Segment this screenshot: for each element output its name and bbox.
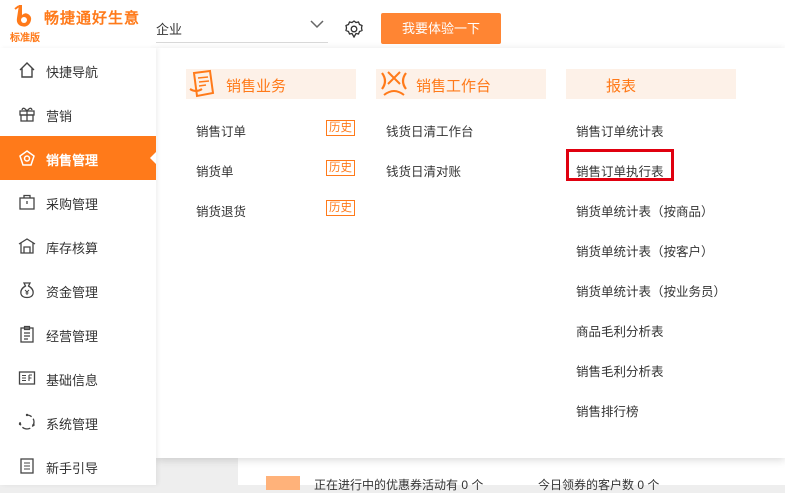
sidebar-item-label: 系统管理 — [46, 417, 99, 432]
menu-link-daily-clear-reconcile[interactable]: 钱货日清对账 — [386, 161, 461, 180]
warehouse-icon — [18, 238, 36, 254]
sidebar: 快捷导航 营销 销售管理 采购管理 库存核算 资金管理 经营管理 基础信息 系统… — [0, 48, 156, 485]
sidebar-item-label: 采购管理 — [46, 197, 99, 212]
top-bar: 畅捷通好生意 标准版 企业 我要体验一下 — [0, 0, 785, 48]
sidebar-item-quick-nav[interactable]: 快捷导航 — [0, 48, 156, 92]
sidebar-item-funds[interactable]: 资金管理 — [0, 268, 156, 312]
briefcase-icon — [19, 194, 35, 210]
info-card-icon — [18, 371, 36, 385]
menu-link-sales-ranking[interactable]: 销售排行榜 — [576, 401, 639, 420]
sales-document-icon — [189, 69, 215, 98]
sidebar-item-guide[interactable]: 新手引导 — [0, 444, 156, 488]
company-select[interactable]: 企业 — [156, 14, 328, 43]
sidebar-item-inventory[interactable]: 库存核算 — [0, 224, 156, 268]
sales-menu-panel: 销售业务 销售订单 历史 销货单 历史 销货退货 历史 销售工作台 钱货日清工作… — [156, 48, 785, 458]
menu-link-sales-order-stats[interactable]: 销售订单统计表 — [576, 121, 664, 140]
sidebar-item-label: 新手引导 — [46, 461, 99, 476]
sidebar-item-system[interactable]: 系统管理 — [0, 400, 156, 444]
chevron-down-icon — [310, 20, 324, 29]
brand-title: 畅捷通好生意 — [44, 10, 141, 27]
sidebar-item-label: 库存核算 — [46, 241, 99, 256]
menu-link-product-margin-analysis[interactable]: 商品毛利分析表 — [576, 321, 664, 340]
menu-link-sales-return[interactable]: 销货退货 — [196, 201, 246, 220]
home-icon — [19, 62, 35, 78]
menu-link-delivery-stats-by-salesperson[interactable]: 销货单统计表（按业务员） — [576, 281, 726, 300]
logo-icon — [14, 5, 32, 27]
guide-icon — [20, 458, 34, 474]
sales-business-header: 销售业务 — [186, 69, 356, 99]
sidebar-item-basic-info[interactable]: 基础信息 — [0, 356, 156, 400]
menu-link-sales-delivery[interactable]: 销货单 — [196, 161, 234, 180]
system-icon — [18, 413, 35, 430]
tip-badge — [266, 476, 300, 490]
money-bag-icon — [20, 282, 34, 299]
sidebar-item-label: 销售管理 — [46, 153, 99, 168]
menu-link-daily-clear-workbench[interactable]: 钱货日清工作台 — [386, 121, 474, 140]
sidebar-item-label: 基础信息 — [46, 373, 99, 388]
menu-link-delivery-stats-by-customer[interactable]: 销货单统计表（按客户） — [576, 241, 714, 260]
brand-logo[interactable]: 畅捷通好生意 标准版 — [0, 0, 156, 48]
menu-link-sales-order[interactable]: 销售订单 — [196, 121, 246, 140]
column-title: 销售业务 — [226, 78, 287, 95]
history-badge-sales-delivery[interactable]: 历史 — [326, 160, 355, 176]
column-title: 报表 — [606, 78, 637, 95]
sidebar-item-label: 营销 — [46, 109, 73, 124]
sidebar-item-label: 资金管理 — [46, 285, 99, 300]
dashboard-tips-strip: 正在进行中的优惠券活动有 0 个 今日领券的客户数 0 个 — [238, 458, 785, 492]
reports-header: 报表 — [566, 69, 736, 99]
sidebar-item-purchase-management[interactable]: 采购管理 — [0, 180, 156, 224]
sales-icon — [19, 150, 35, 166]
history-badge-sales-return[interactable]: 历史 — [326, 200, 355, 216]
try-experience-button[interactable]: 我要体验一下 — [381, 13, 501, 44]
brand-edition: 标准版 — [10, 33, 40, 44]
clipboard-icon — [20, 325, 34, 343]
menu-link-delivery-stats-by-product[interactable]: 销货单统计表（按商品） — [576, 201, 714, 220]
gift-icon — [19, 107, 35, 122]
menu-link-sales-margin-analysis[interactable]: 销售毛利分析表 — [576, 361, 664, 380]
company-name: 企业 — [156, 22, 183, 37]
gear-icon[interactable] — [345, 20, 363, 38]
history-badge-sales-order[interactable]: 历史 — [326, 120, 355, 136]
column-title: 销售工作台 — [416, 78, 492, 95]
sales-workbench-header: 销售工作台 — [376, 69, 546, 99]
sidebar-item-marketing[interactable]: 营销 — [0, 92, 156, 136]
sidebar-item-sales-management[interactable]: 销售管理 — [0, 136, 156, 180]
sidebar-item-operations[interactable]: 经营管理 — [0, 312, 156, 356]
sidebar-item-label: 快捷导航 — [46, 65, 99, 80]
highlight-box — [566, 149, 674, 181]
workbench-icon — [381, 71, 407, 96]
sidebar-item-label: 经营管理 — [46, 329, 99, 344]
